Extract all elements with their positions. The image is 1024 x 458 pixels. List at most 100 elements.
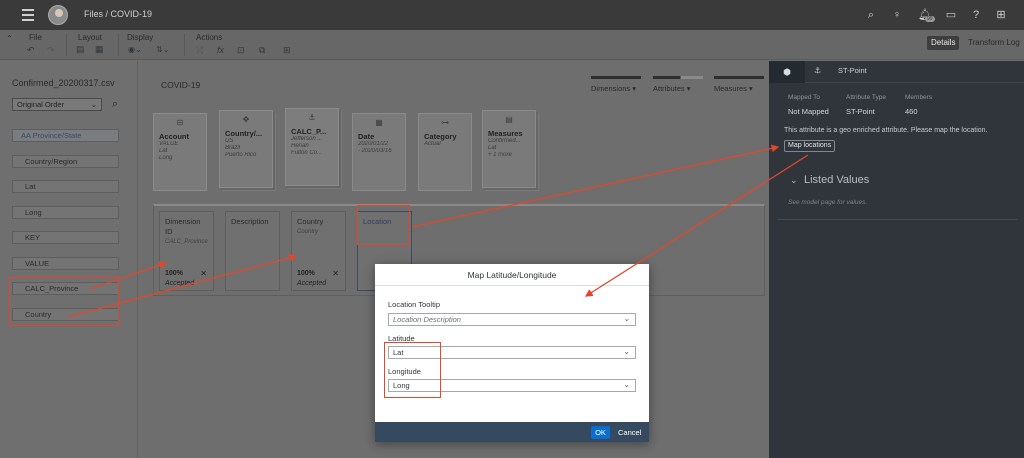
mode-label: Dimensions [591, 84, 631, 93]
chevron-down-icon: ⌄ [623, 380, 630, 389]
formula-icon[interactable]: fx [217, 45, 224, 55]
listed-values-header[interactable]: Listed Values [804, 174, 869, 186]
match-percent: 100% [165, 270, 183, 277]
attribute-mapped-field: Country [297, 229, 319, 235]
mode-dimensions[interactable]: Dimensions ▾ [591, 76, 641, 93]
calendar-icon: ▦ [375, 118, 383, 127]
measures-card[interactable]: ▤ Measures Confirmed... Lat + 1 more [482, 110, 536, 188]
toolbar-separator [184, 34, 185, 56]
redo-icon[interactable]: ↷ [47, 45, 55, 56]
card-member: 2020/01/22 [358, 141, 389, 147]
meta-label: Members [905, 94, 933, 101]
close-icon[interactable]: ✕ [332, 269, 339, 278]
details-tabs [769, 61, 1024, 83]
card-title: Date [358, 132, 375, 141]
card-member: Lat [488, 145, 497, 151]
mode-bar [591, 76, 641, 79]
annotation-box-dialog [384, 342, 441, 398]
meta-label: Mapped To [788, 94, 821, 101]
attribute-description[interactable]: Description [225, 211, 280, 291]
map-locations-button[interactable]: Map locations [784, 140, 836, 152]
calculated-column-icon[interactable]: ⊡ [237, 45, 245, 56]
meta-value: Not Mapped [788, 107, 829, 116]
location-tooltip-select[interactable]: Location Description ⌄ [388, 313, 636, 326]
attribute-title: Country [297, 217, 324, 226]
card-title: Country/... [225, 129, 263, 138]
dimension-card-date[interactable]: ▦ Date 2020/01/22 - 2020/03/16 [352, 113, 406, 191]
menu-icon[interactable] [22, 9, 34, 21]
toolbar-separator [118, 34, 119, 56]
lightbulb-icon[interactable]: ♀ [890, 8, 904, 22]
file-name: Confirmed_20200317.csv [12, 78, 115, 88]
dimension-card-category[interactable]: ⊶ Category Actual [418, 113, 472, 191]
geo-pin-icon: ⚓︎ [814, 66, 822, 75]
toolbar-group-display: Display [127, 33, 154, 42]
split-column-icon[interactable]: ⊞ [283, 45, 291, 56]
cube-icon[interactable]: ⬢ [769, 61, 805, 83]
field-province-state[interactable]: AA Province/State [12, 129, 119, 142]
apps-icon[interactable]: ⊞ [994, 8, 1008, 22]
details-button[interactable]: Details [927, 36, 960, 50]
field-lat[interactable]: Lat [12, 180, 119, 193]
search-icon[interactable]: ⌕ [112, 98, 118, 111]
mode-label: Measures [714, 84, 747, 93]
listed-values-hint: See model page for values. [788, 199, 868, 206]
copy-column-icon[interactable]: ⧉ [259, 45, 265, 56]
help-icon[interactable]: ? [969, 8, 983, 22]
transform-log-button[interactable]: Transform Log [964, 36, 1024, 50]
field-key[interactable]: KEY [12, 231, 119, 244]
card-title: Category [424, 132, 457, 141]
chevron-down-icon[interactable]: ⌄ [790, 175, 798, 186]
field-long[interactable]: Long [12, 206, 119, 219]
shell-bar: Files / COVID-19 ⌕ ♀ 🔔︎ 99 ▭ ? ⊞ [0, 0, 1024, 30]
breadcrumb[interactable]: Files / COVID-19 [84, 9, 152, 19]
toolbar-separator [66, 34, 67, 56]
field-value[interactable]: VALUE [12, 257, 119, 270]
close-icon[interactable]: ✕ [200, 269, 207, 278]
card-title: Account [159, 132, 189, 141]
dimension-card-calc-province[interactable]: ⚓︎ CALC_P... Jefferson ... Henan Fulton … [285, 108, 339, 186]
category-icon: ⊶ [441, 118, 449, 127]
search-icon[interactable]: ⌕ [864, 8, 878, 22]
attribute-title: Dimension ID [165, 217, 201, 236]
attribute-title: Description [231, 217, 269, 226]
avatar[interactable] [48, 5, 68, 25]
notification-badge: 99 [925, 16, 935, 22]
field-country-region[interactable]: Country/Region [12, 155, 119, 168]
sort-icon[interactable]: ⇅⌄ [156, 45, 176, 54]
card-title: Measures [488, 129, 523, 138]
tab-st-point[interactable]: ST-Point [838, 66, 867, 75]
location-tooltip-placeholder: Location Description [393, 315, 461, 324]
card-member: Puerto Rico [225, 152, 257, 158]
card-member: Long [159, 155, 173, 161]
cancel-button[interactable]: Cancel [615, 426, 644, 439]
undo-icon[interactable]: ↶ [27, 45, 35, 56]
collapse-icon[interactable]: ⌃ [6, 34, 13, 43]
card-member: - 2020/03/16 [358, 148, 392, 154]
sort-order-value: Original Order [17, 100, 65, 109]
toolbar-group-file: File [29, 33, 42, 42]
transform-icon[interactable]: ⤮ [196, 45, 203, 56]
grid-view-icon[interactable]: ▦ [95, 43, 110, 56]
mode-attributes[interactable]: Attributes ▾ [653, 76, 703, 93]
display-options-icon[interactable]: ◉⌄ [128, 45, 148, 54]
card-member: Brazil [225, 145, 241, 151]
card-member: Fulton Co... [291, 150, 323, 156]
meta-value: 460 [905, 107, 918, 116]
attribute-country[interactable]: Country Country 100% ✕ Accepted [291, 211, 346, 291]
dimension-card-account[interactable]: ⊟ Account VALUE Lat Long [153, 113, 207, 191]
mode-bar [714, 76, 764, 79]
canvas-title: COVID-19 [161, 80, 201, 90]
geo-pin-icon: ⚓︎ [308, 113, 316, 122]
geo-note: This attribute is a geo enriched attribu… [784, 127, 988, 134]
meta-label: Attribute Type [846, 94, 886, 101]
dimension-card-country[interactable]: ✥ Country/... US Brazil Puerto Rico [219, 110, 273, 188]
meta-value: ST-Point [846, 107, 875, 116]
mode-measures[interactable]: Measures ▾ [714, 76, 764, 93]
chat-icon[interactable]: ▭ [944, 8, 958, 22]
ok-button[interactable]: OK [591, 426, 610, 439]
table-view-icon[interactable]: ▤ [76, 44, 88, 56]
attribute-dimension-id[interactable]: Dimension ID CALC_Province 100% ✕ Accept… [159, 211, 214, 291]
sort-order-select[interactable]: Original Order ⌄ [12, 98, 102, 111]
toolbar-group-actions: Actions [196, 33, 223, 42]
